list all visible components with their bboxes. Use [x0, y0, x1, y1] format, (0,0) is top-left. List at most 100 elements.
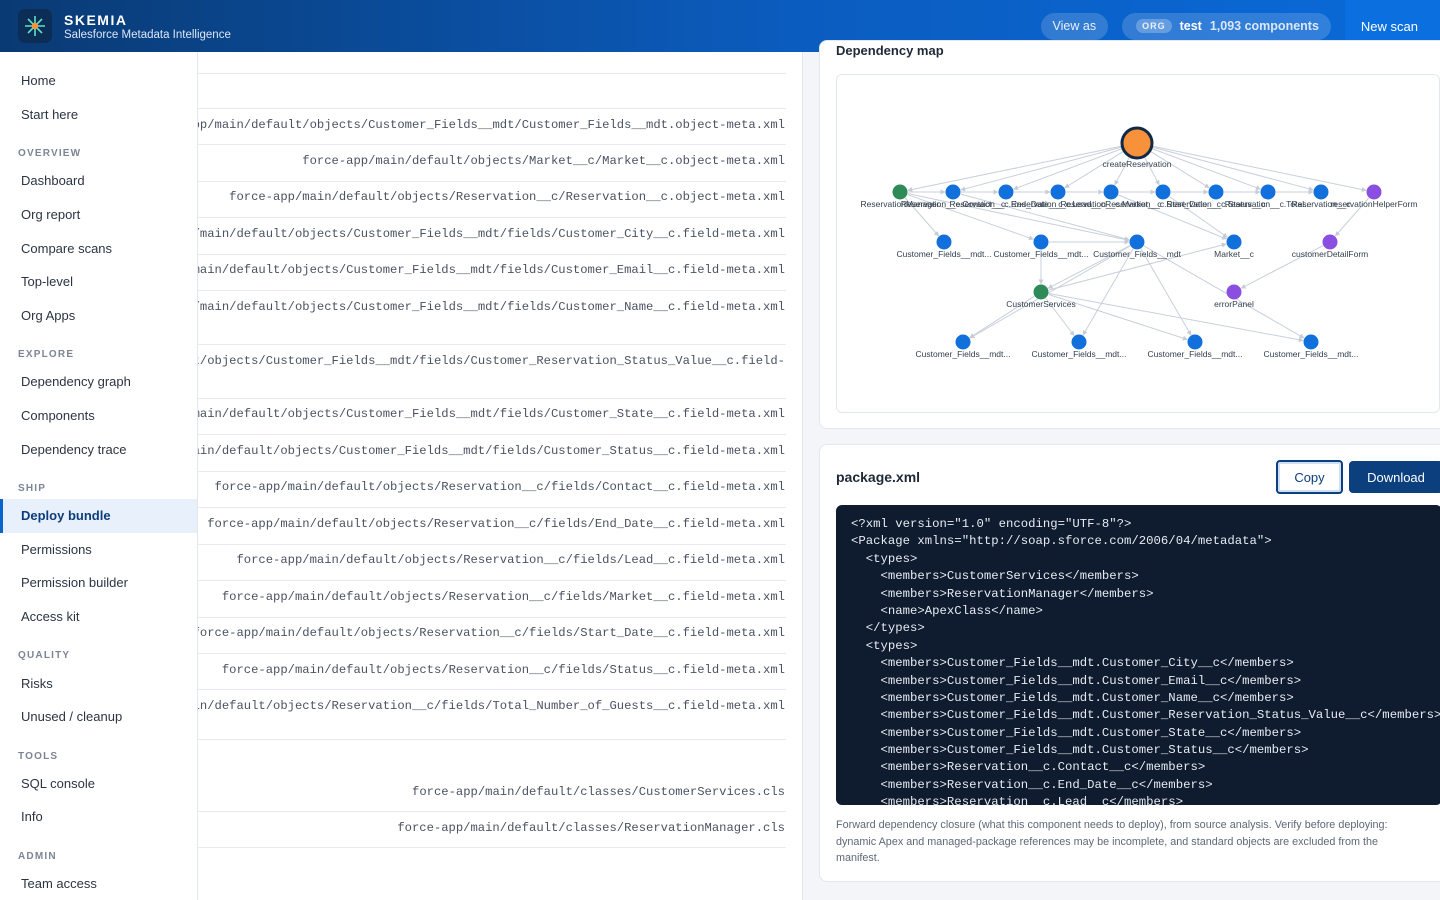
graph-node-label: Customer_Fields__mdt... [1264, 349, 1359, 359]
row-divider [198, 73, 786, 74]
package-xml-card: package.xml Copy Download <?xml version=… [819, 444, 1440, 882]
graph-node-m5[interactable]: customerDetailForm [1292, 234, 1369, 260]
graph-node-m2[interactable]: Customer_Fields__mdt... [994, 234, 1089, 260]
graph-node-label: Customer_Fields__mdt... [897, 249, 992, 259]
code-line: <members>Customer_Fields__mdt.Customer_C… [851, 656, 1294, 671]
nav-section-explore: EXPLORE [18, 349, 75, 361]
sidebar-item-top-level[interactable]: Top-level [0, 265, 197, 299]
graph-node-circle[interactable] [1155, 184, 1171, 200]
graph-node-circle[interactable] [1366, 184, 1382, 200]
sidebar-item-sql-console[interactable]: SQL console [0, 767, 197, 801]
skemia-logo-icon[interactable] [18, 9, 52, 43]
graph-node-circle[interactable] [1187, 334, 1203, 350]
sidebar-item-org-report[interactable]: Org report [0, 198, 197, 232]
row-divider [198, 254, 786, 255]
graph-node-m4[interactable]: Market__c [1214, 234, 1255, 260]
graph-node-b1[interactable]: Customer_Fields__mdt... [916, 334, 1011, 360]
package-xml-code[interactable]: <?xml version="1.0" encoding="UTF-8"?> <P… [836, 505, 1440, 805]
graph-edge [969, 245, 1131, 339]
code-line: <members>Reservation__c.Contact__c</memb… [851, 760, 1206, 775]
graph-node-circle[interactable] [1050, 184, 1066, 200]
graph-node-circle[interactable] [936, 234, 952, 250]
dependency-graph[interactable]: createReservation ReservationManager Reser… [836, 74, 1440, 413]
row-divider [198, 507, 786, 508]
org-selector[interactable]: ORG test 1,093 components [1122, 12, 1331, 40]
sidebar-item-info[interactable]: Info [0, 800, 197, 834]
file-path: force-app/main/default/objects/Customer_… [198, 300, 785, 314]
graph-node-circle[interactable] [1226, 234, 1242, 250]
graph-node-m3[interactable]: Customer_Fields__mdt [1093, 234, 1182, 260]
download-button[interactable]: Download [1349, 461, 1440, 493]
graph-node-label: Customer_Fields__mdt... [1148, 349, 1243, 359]
graph-node-circle[interactable] [998, 184, 1014, 200]
sidebar-item-dependency-trace[interactable]: Dependency trace [0, 432, 197, 466]
graph-node-m1[interactable]: Customer_Fields__mdt... [897, 234, 992, 260]
code-line: <members>Customer_Fields__mdt.Customer_E… [851, 673, 1302, 688]
graph-edge [1143, 245, 1305, 339]
file-path: force-app/main/default/objects/Reservati… [236, 553, 785, 567]
file-path: force-app/main/default/objects/Customer_… [198, 227, 785, 241]
org-component-count: 1,093 components [1209, 19, 1319, 33]
file-path: force-app/main/default/objects/Reservati… [198, 626, 785, 640]
graph-node-circle[interactable] [1033, 234, 1049, 250]
code-line: <Package xmlns="http://soap.sforce.com/2… [851, 534, 1272, 549]
sidebar-item-team-access[interactable]: Team access [0, 867, 197, 900]
graph-node-circle[interactable] [1322, 234, 1338, 250]
sidebar-item-unused-cleanup[interactable]: Unused / cleanup [0, 700, 197, 734]
sidebar-item-components[interactable]: Components [0, 399, 197, 433]
graph-node-b2[interactable]: Customer_Fields__mdt... [1032, 334, 1127, 360]
graph-node-circle[interactable] [1071, 334, 1087, 350]
graph-edge [1150, 151, 1210, 189]
row-divider [198, 580, 786, 581]
sidebar-item-permissions[interactable]: Permissions [0, 533, 197, 567]
file-path: force-app/main/default/objects/Reservati… [214, 480, 785, 494]
sidebar-item-permission-builder[interactable]: Permission builder [0, 566, 197, 600]
code-line: </types> [851, 621, 925, 636]
graph-node-circle[interactable] [955, 334, 971, 350]
brand: SKEMIA Salesforce Metadata Intelligence [64, 12, 231, 41]
brand-name: SKEMIA [64, 11, 128, 28]
graph-node-circle[interactable] [1129, 234, 1145, 250]
graph-node-b3[interactable]: Customer_Fields__mdt... [1148, 334, 1243, 360]
graph-node-circle[interactable] [945, 184, 961, 200]
sidebar-item-dashboard[interactable]: Dashboard [0, 164, 197, 198]
row-divider [198, 811, 786, 812]
graph-node-circle[interactable] [1033, 284, 1049, 300]
graph-node-c2[interactable]: errorPanel [1214, 284, 1254, 310]
graph-edge [907, 145, 1122, 192]
sidebar-item-compare-scans[interactable]: Compare scans [0, 231, 197, 265]
graph-node-circle[interactable] [1226, 284, 1242, 300]
sidebar-item-org-apps[interactable]: Org Apps [0, 299, 197, 333]
sidebar-item-start-here[interactable]: Start here [0, 98, 197, 132]
code-line: <types> [851, 551, 918, 566]
graph-edge [1152, 146, 1314, 192]
sidebar-item-dependency-graph[interactable]: Dependency graph [0, 365, 197, 399]
graph-node-circle[interactable] [1208, 184, 1224, 200]
graph-node-label: errorPanel [1214, 299, 1254, 309]
dependency-graph-svg[interactable]: createReservationReservationManagerReser… [837, 75, 1440, 413]
graph-node-label: Customer_Fields__mdt... [994, 249, 1089, 259]
org-name: test [1179, 19, 1202, 33]
sidebar-item-home[interactable]: Home [0, 64, 197, 98]
view-as-button[interactable]: View as [1040, 12, 1109, 40]
sidebar-item-risks[interactable]: Risks [0, 666, 197, 700]
graph-node-circle[interactable] [1303, 334, 1319, 350]
code-line: <members>Customer_Fields__mdt.Customer_N… [851, 690, 1294, 705]
copy-button[interactable]: Copy [1276, 460, 1343, 494]
row-divider [198, 544, 786, 545]
graph-node-circle[interactable] [1260, 184, 1276, 200]
row-divider [198, 108, 786, 109]
sidebar-item-access-kit[interactable]: Access kit [0, 600, 197, 634]
graph-node-label: reservationHelperForm [1331, 199, 1418, 209]
nav-section-ship: SHIP [18, 482, 47, 494]
row-divider [198, 617, 786, 618]
sidebar-item-deploy-bundle[interactable]: Deploy bundle [0, 498, 197, 533]
code-line: <members>ReservationManager</members> [851, 586, 1154, 601]
graph-node-label: Customer_Fields__mdt... [916, 349, 1011, 359]
graph-node-circle[interactable] [1103, 184, 1119, 200]
graph-node-circle[interactable] [1120, 126, 1154, 160]
graph-node-b4[interactable]: Customer_Fields__mdt... [1264, 334, 1359, 360]
graph-node-circle[interactable] [1313, 184, 1329, 200]
graph-node-circle[interactable] [892, 184, 908, 200]
graph-node-n10[interactable]: reservationHelperForm [1331, 184, 1418, 210]
